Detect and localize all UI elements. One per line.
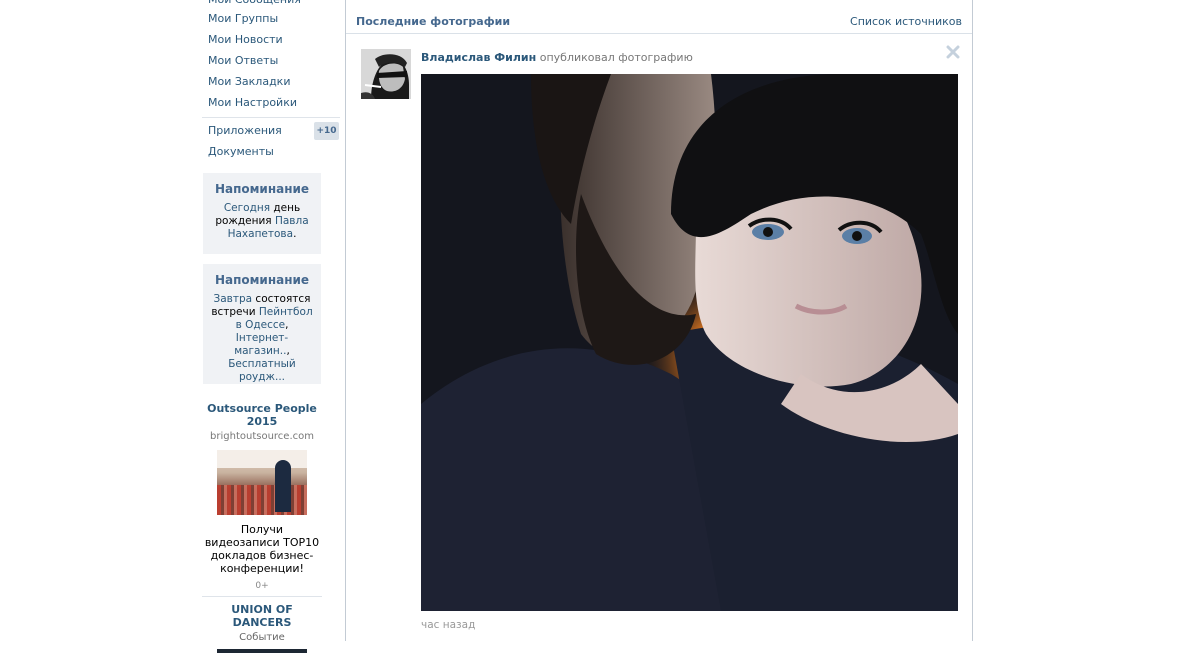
ad-image-speaker [275, 460, 291, 512]
menu-item-settings[interactable]: Мои Настройки [208, 93, 297, 113]
menu-divider [202, 117, 340, 118]
birthday-reminder: Напоминание Сегодня день рождения Павла … [203, 173, 321, 254]
reminder-text-part: , [286, 345, 290, 357]
menu-item-apps[interactable]: Приложения [208, 121, 282, 141]
reminder-title: Напоминание [214, 182, 310, 196]
ad-subtitle: Событие [239, 632, 285, 643]
ad-domain: brightoutsource.com [210, 431, 314, 442]
reminder-date-link[interactable]: Сегодня [224, 202, 270, 214]
close-icon[interactable] [946, 45, 960, 59]
ad-block[interactable]: Outsource People 2015 brightoutsource.co… [202, 402, 322, 591]
feed-title: Последние фотографии [356, 15, 511, 28]
menu-item-groups[interactable]: Мои Группы [208, 9, 278, 29]
ad-text[interactable]: Получи видеозаписи TOP10 докладов бизнес… [202, 523, 322, 575]
author-name-link[interactable]: Владислав Филин [421, 51, 536, 64]
ad-image-stage [217, 450, 307, 468]
meetings-reminder: Напоминание Завтра состоятся встречи Пей… [203, 264, 321, 384]
ad-age-rating: 0+ [255, 581, 269, 591]
post-action-text: опубликовал фотографию [539, 51, 693, 64]
menu-item-answers[interactable]: Мои Ответы [208, 51, 278, 71]
photo-image [421, 74, 958, 611]
post-timestamp[interactable]: час назад [421, 619, 475, 631]
ad-image-crowd [217, 485, 307, 515]
ad-image[interactable] [217, 450, 307, 515]
event-link-roadtrip[interactable]: Бесплатный роудж... [228, 358, 296, 383]
ad-block[interactable]: UNION OF DANCERS Событие [202, 596, 322, 653]
post-author-line: Владислав Филин опубликовал фотографию [421, 51, 693, 64]
reminder-text-part: , [285, 319, 289, 331]
menu-item-bookmarks[interactable]: Мои Закладки [208, 72, 290, 92]
apps-count-badge[interactable]: +10 [314, 122, 339, 140]
sources-list-link[interactable]: Список источников [850, 15, 962, 28]
post-photo[interactable] [421, 74, 958, 611]
menu-item-news[interactable]: Мои Новости [208, 30, 283, 50]
avatar-image [361, 49, 411, 99]
reminder-text: Завтра состоятся встречи Пейнтбол в Одес… [209, 293, 315, 384]
reminder-title: Напоминание [214, 273, 310, 287]
event-link-shop[interactable]: Інтернет-магазин.. [234, 332, 288, 357]
ad-title[interactable]: UNION OF DANCERS [202, 603, 322, 629]
main-feed: Последние фотографии Список источников В… [345, 0, 973, 641]
left-sidebar: Мои Сообщения Мои Группы Мои Новости Мои… [202, 0, 342, 653]
author-avatar[interactable] [361, 49, 411, 99]
feed-header: Последние фотографии Список источников [346, 0, 972, 34]
ad-image[interactable] [217, 649, 307, 653]
reminder-text: Сегодня день рождения Павла Нахапетова. [209, 202, 315, 241]
photo-post: Владислав Филин опубликовал фотографию ч… [346, 34, 972, 641]
reminder-text-part: . [293, 228, 297, 240]
close-icon-glyph [946, 45, 960, 59]
reminder-date-link[interactable]: Завтра [214, 293, 253, 305]
ad-title[interactable]: Outsource People 2015 [202, 402, 322, 428]
menu-item-documents[interactable]: Документы [208, 142, 274, 162]
